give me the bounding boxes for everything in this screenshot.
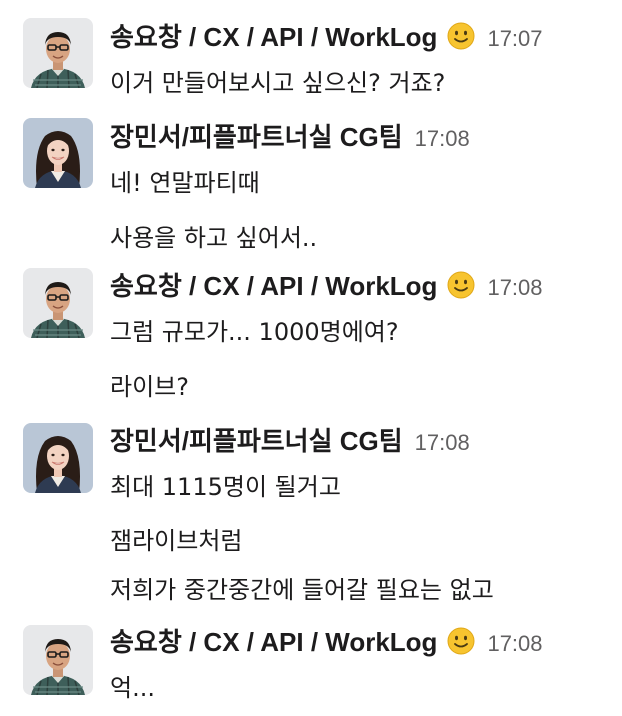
- sender-name[interactable]: 송요창 / CX / API / WorkLog: [110, 17, 437, 54]
- timestamp[interactable]: 17:08: [487, 275, 542, 301]
- message-text: 최대 1115명이 될거고: [110, 473, 341, 501]
- message-header: 송요창 / CX / API / WorkLog 17:08: [110, 266, 543, 306]
- message-header: 장민서/피플파트너실 CG팀 17:08: [110, 421, 470, 461]
- timestamp[interactable]: 17:08: [415, 430, 470, 456]
- timestamp[interactable]: 17:07: [487, 26, 542, 52]
- message-text: 이거 만들어보시고 싶으신? 거죠?: [110, 69, 446, 97]
- avatar[interactable]: [23, 625, 93, 695]
- timestamp[interactable]: 17:08: [487, 631, 542, 657]
- sender-name[interactable]: 송요창 / CX / API / WorkLog: [110, 266, 437, 303]
- avatar[interactable]: [23, 423, 93, 493]
- slightly-smiling-face-icon[interactable]: [447, 271, 476, 299]
- message-header: 송요창 / CX / API / WorkLog 17:07: [110, 17, 543, 57]
- message-header: 송요창 / CX / API / WorkLog 17:08: [110, 622, 543, 662]
- message-text: 라이브?: [110, 373, 189, 401]
- female-profile-photo: [23, 118, 93, 188]
- avatar[interactable]: [23, 18, 93, 88]
- slightly-smiling-face-icon[interactable]: [447, 22, 476, 50]
- message-text: 잼라이브처럼: [110, 527, 243, 555]
- message-text: 저희가 중간중간에 들어갈 필요는 없고: [110, 576, 494, 604]
- sender-name[interactable]: 송요창 / CX / API / WorkLog: [110, 622, 437, 659]
- avatar[interactable]: [23, 118, 93, 188]
- message-text: 사용을 하고 싶어서..: [110, 224, 318, 252]
- sender-name[interactable]: 장민서/피플파트너실 CG팀: [110, 421, 403, 458]
- male-profile-photo: [23, 18, 93, 88]
- message-text: 억...: [110, 674, 155, 702]
- sender-name[interactable]: 장민서/피플파트너실 CG팀: [110, 117, 403, 154]
- male-profile-photo: [23, 625, 93, 695]
- message-text: 네! 연말파티때: [110, 169, 260, 197]
- male-profile-photo: [23, 268, 93, 338]
- slightly-smiling-face-icon[interactable]: [447, 627, 476, 655]
- female-profile-photo: [23, 423, 93, 493]
- avatar[interactable]: [23, 268, 93, 338]
- message-text: 그럼 규모가... 1000명에여?: [110, 318, 399, 346]
- message-header: 장민서/피플파트너실 CG팀 17:08: [110, 117, 470, 157]
- timestamp[interactable]: 17:08: [415, 126, 470, 152]
